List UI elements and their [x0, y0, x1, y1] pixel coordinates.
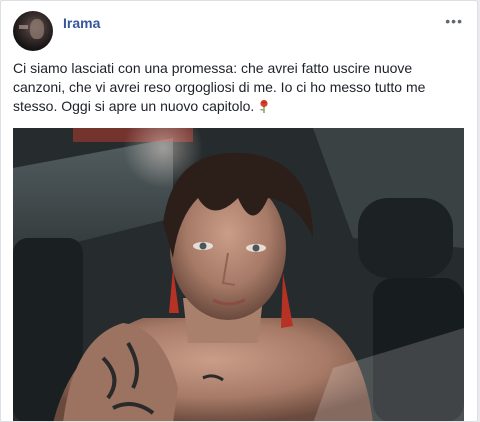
avatar-face — [30, 19, 44, 39]
post-header: Irama ••• — [13, 11, 465, 55]
rose-icon — [260, 99, 268, 113]
post-text-content: Ci siamo lasciati con una promessa: che … — [13, 60, 426, 114]
more-options-icon[interactable]: ••• — [445, 13, 463, 29]
avatar-logo-mark — [19, 25, 28, 29]
post-text: Ci siamo lasciati con una promessa: che … — [13, 59, 463, 116]
post-photo-illustration — [13, 128, 464, 421]
page-name-link[interactable]: Irama — [63, 15, 100, 31]
post-card: Irama ••• Ci siamo lasciati con una prom… — [0, 0, 478, 422]
post-photo[interactable] — [13, 128, 464, 421]
avatar[interactable] — [13, 11, 53, 51]
